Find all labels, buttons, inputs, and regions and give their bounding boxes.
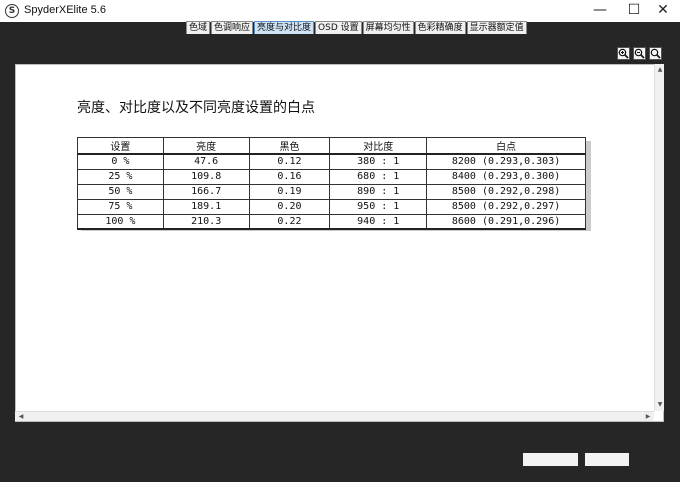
zoom-in-icon[interactable] bbox=[617, 47, 630, 60]
horizontal-scrollbar[interactable]: ◀ ▶ bbox=[15, 411, 654, 421]
footer-button-primary[interactable] bbox=[523, 453, 578, 466]
cell-white-point: 8400 (0.293,0.300) bbox=[426, 168, 586, 185]
cell-brightness: 189.1 bbox=[162, 198, 250, 215]
cell-setting: 25 % bbox=[77, 168, 164, 185]
cell-black: 0.12 bbox=[248, 153, 331, 170]
cell-black: 0.22 bbox=[248, 213, 331, 230]
tab-display-rating[interactable]: 显示器额定值 bbox=[466, 21, 527, 34]
cell-contrast: 940 : 1 bbox=[329, 213, 428, 230]
header-contrast: 对比度 bbox=[329, 137, 428, 155]
table-row: 75 % 189.1 0.20 950 : 1 8500 (0.292,0.29… bbox=[77, 198, 586, 215]
cell-black: 0.20 bbox=[248, 198, 331, 215]
cell-setting: 0 % bbox=[77, 153, 164, 170]
tab-color-accuracy[interactable]: 色彩精确度 bbox=[414, 21, 466, 34]
table-header-row: 设置 亮度 黑色 对比度 白点 bbox=[77, 137, 586, 155]
cell-white-point: 8600 (0.291,0.296) bbox=[426, 213, 586, 230]
minimize-button[interactable]: — bbox=[583, 0, 617, 22]
cell-brightness: 109.8 bbox=[162, 168, 250, 185]
table-row: 25 % 109.8 0.16 680 : 1 8400 (0.293,0.30… bbox=[77, 168, 586, 185]
scroll-down-icon[interactable]: ▼ bbox=[656, 401, 664, 409]
cell-brightness: 166.7 bbox=[162, 183, 250, 200]
table-row: 50 % 166.7 0.19 890 : 1 8500 (0.292,0.29… bbox=[77, 183, 586, 200]
cell-setting: 100 % bbox=[77, 213, 164, 230]
cell-black: 0.16 bbox=[248, 168, 331, 185]
cell-white-point: 8200 (0.293,0.303) bbox=[426, 153, 586, 170]
cell-contrast: 680 : 1 bbox=[329, 168, 428, 185]
zoom-out-icon[interactable] bbox=[633, 47, 646, 60]
cell-setting: 75 % bbox=[77, 198, 164, 215]
cell-white-point: 8500 (0.292,0.298) bbox=[426, 183, 586, 200]
cell-black: 0.19 bbox=[248, 183, 331, 200]
brightness-table: 设置 亮度 黑色 对比度 白点 0 % 47.6 0.12 380 : 1 82… bbox=[77, 137, 586, 230]
report-tabs: 色域 色调响应 亮度与对比度 OSD 设置 屏幕均匀性 色彩精确度 显示器额定值 bbox=[186, 21, 528, 34]
tab-brightness-contrast[interactable]: 亮度与对比度 bbox=[254, 21, 315, 34]
cell-contrast: 380 : 1 bbox=[329, 153, 428, 170]
header-white-point: 白点 bbox=[426, 137, 586, 155]
report-title: 亮度、对比度以及不同亮度设置的白点 bbox=[77, 100, 315, 116]
vertical-scrollbar[interactable]: ▲ ▼ bbox=[654, 64, 664, 411]
tab-tone-response[interactable]: 色调响应 bbox=[211, 21, 254, 34]
scroll-up-icon[interactable]: ▲ bbox=[656, 66, 664, 74]
close-button[interactable]: ✕ bbox=[646, 0, 680, 22]
tab-color-gamut[interactable]: 色域 bbox=[186, 21, 211, 34]
tab-screen-uniformity[interactable]: 屏幕均匀性 bbox=[362, 21, 414, 34]
cell-contrast: 890 : 1 bbox=[329, 183, 428, 200]
header-setting: 设置 bbox=[77, 137, 164, 155]
cell-contrast: 950 : 1 bbox=[329, 198, 428, 215]
scroll-right-icon[interactable]: ▶ bbox=[644, 413, 652, 421]
scroll-left-icon[interactable]: ◀ bbox=[17, 413, 25, 421]
report-panel bbox=[15, 64, 664, 422]
header-black: 黑色 bbox=[248, 137, 331, 155]
app-logo-icon: S bbox=[5, 4, 19, 18]
footer-button-secondary[interactable] bbox=[585, 453, 629, 466]
window-title: SpyderXElite 5.6 bbox=[24, 4, 106, 16]
table-row: 0 % 47.6 0.12 380 : 1 8200 (0.293,0.303) bbox=[77, 153, 586, 170]
tab-osd-settings[interactable]: OSD 设置 bbox=[315, 21, 362, 34]
cell-setting: 50 % bbox=[77, 183, 164, 200]
header-brightness: 亮度 bbox=[162, 137, 250, 155]
title-bar: S SpyderXElite 5.6 — ☐ ✕ bbox=[0, 0, 680, 22]
zoom-fit-icon[interactable] bbox=[649, 47, 662, 60]
table-row: 100 % 210.3 0.22 940 : 1 8600 (0.291,0.2… bbox=[77, 213, 586, 230]
cell-brightness: 210.3 bbox=[162, 213, 250, 230]
cell-brightness: 47.6 bbox=[162, 153, 250, 170]
cell-white-point: 8500 (0.292,0.297) bbox=[426, 198, 586, 215]
